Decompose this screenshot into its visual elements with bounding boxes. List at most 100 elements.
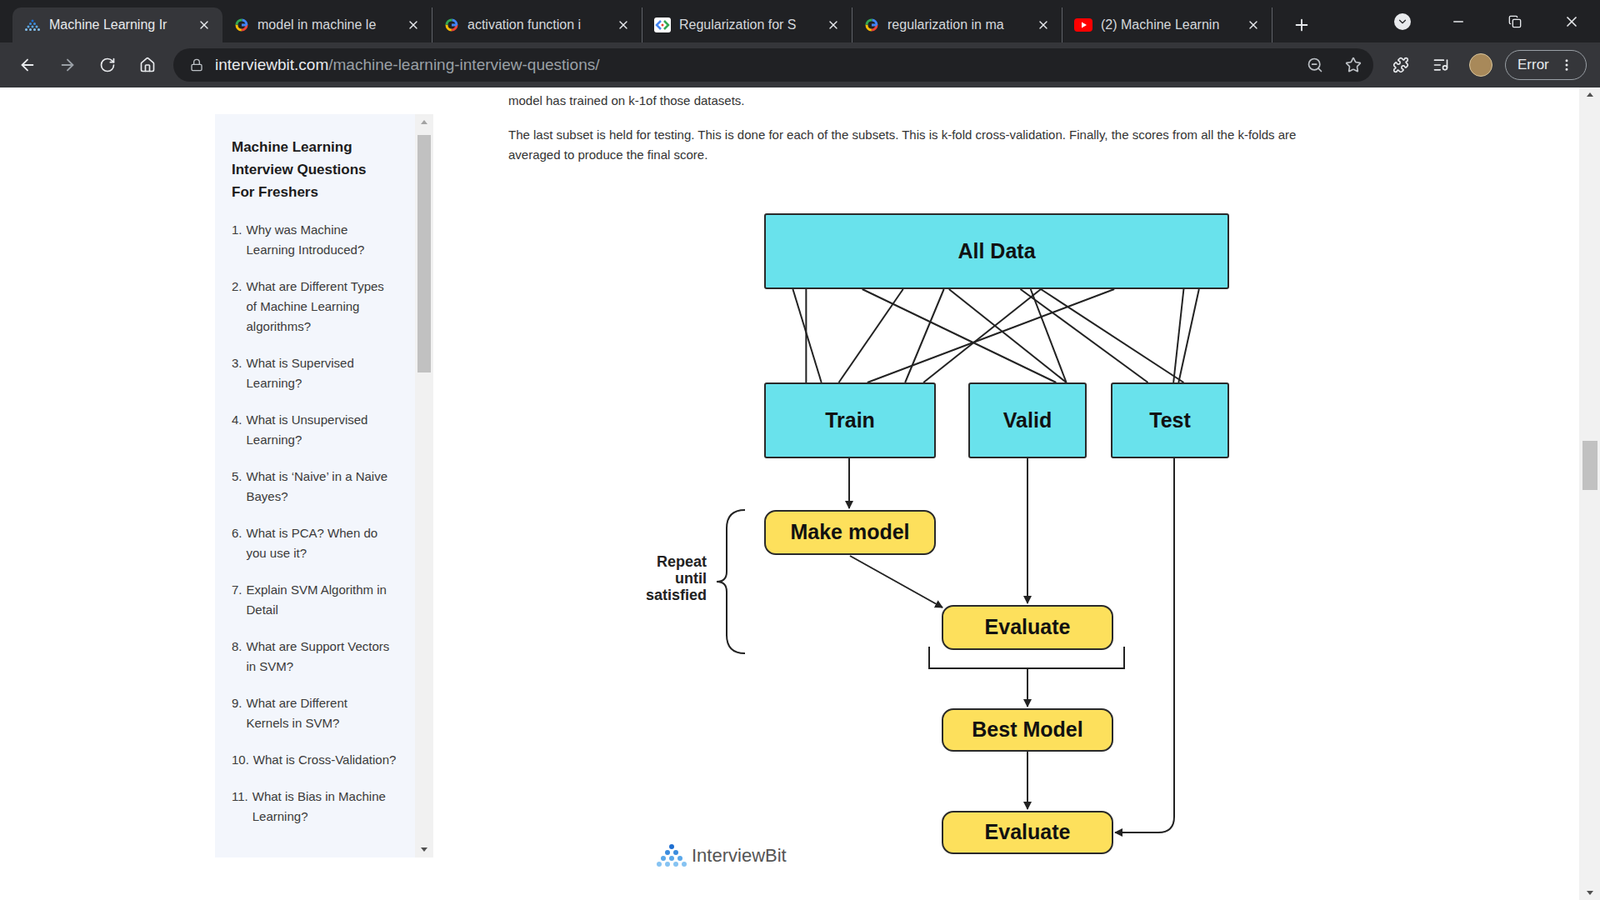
- avatar-icon: [1469, 53, 1493, 77]
- sidebar: Machine Learning Interview Questions For…: [215, 114, 434, 858]
- sidebar-item[interactable]: 3.What is Supervised Learning?: [231, 353, 409, 394]
- toolbar: interviewbit.com/machine-learning-interv…: [0, 42, 1600, 88]
- page-scroll-down-icon[interactable]: [1585, 885, 1595, 900]
- new-tab-button[interactable]: [1285, 7, 1319, 43]
- browser-tab[interactable]: (2) Machine Learnin: [1062, 7, 1273, 43]
- tab-favicon: [444, 17, 460, 33]
- home-button[interactable]: [130, 48, 165, 82]
- scroll-up-icon[interactable]: [420, 114, 429, 130]
- browser-tab[interactable]: Regularization for S: [642, 7, 853, 43]
- address-bar[interactable]: interviewbit.com/machine-learning-interv…: [173, 48, 1374, 82]
- profile-avatar[interactable]: [1464, 48, 1498, 82]
- tab-title: Machine Learning Ir: [49, 15, 190, 35]
- article: model has trained on k-1of those dataset…: [508, 87, 1359, 875]
- sidebar-item[interactable]: 10.What is Cross-Validation?: [231, 750, 409, 770]
- data-node: Test: [1110, 382, 1230, 459]
- restore-button[interactable]: [1486, 0, 1544, 43]
- browser-tab[interactable]: Machine Learning Ir: [12, 7, 223, 43]
- page-scrollbar[interactable]: [1579, 87, 1600, 900]
- reload-icon: [99, 56, 116, 74]
- interviewbit-icon: [24, 19, 41, 32]
- sidebar-scroll-thumb[interactable]: [417, 135, 431, 373]
- browser-tab[interactable]: model in machine le: [222, 7, 433, 43]
- profile-error-button[interactable]: Error: [1505, 50, 1587, 80]
- tab-favicon: [1074, 18, 1093, 32]
- process-node: Evaluate: [941, 810, 1114, 855]
- google-icon: [234, 17, 250, 33]
- media-control-icon: [1432, 56, 1450, 74]
- sidebar-item[interactable]: 7.Explain SVM Algorithm in Detail: [231, 580, 409, 620]
- puzzle-icon: [1392, 56, 1410, 74]
- tab-favicon: [864, 17, 880, 33]
- lock-icon: [190, 58, 204, 72]
- reload-button[interactable]: [90, 48, 125, 82]
- process-node: Best Model: [941, 708, 1114, 752]
- chevron-down-icon: [1396, 15, 1409, 28]
- youtube-icon: [1074, 18, 1093, 32]
- minimize-button[interactable]: [1430, 0, 1487, 43]
- tab-title: model in machine le: [257, 15, 399, 35]
- scroll-down-icon[interactable]: [420, 842, 429, 858]
- tab-favicon: [654, 17, 671, 33]
- interviewbit-logo-icon: [655, 843, 689, 869]
- google-icon: [864, 17, 880, 33]
- sidebar-item[interactable]: 11.What is Bias in Machine Learning?: [231, 786, 409, 827]
- interviewbit-logo: InterviewBit: [655, 841, 787, 870]
- close-tab-icon[interactable]: [616, 18, 630, 32]
- home-icon: [139, 56, 156, 74]
- google-icon: [444, 17, 460, 33]
- menu-dots-icon: [1559, 57, 1575, 73]
- media-button[interactable]: [1424, 48, 1458, 82]
- close-tab-icon[interactable]: [406, 18, 420, 32]
- data-node: Train: [764, 382, 936, 459]
- tab-favicon: [234, 17, 250, 33]
- forward-button[interactable]: [50, 48, 85, 82]
- url-text: interviewbit.com/machine-learning-interv…: [215, 53, 600, 78]
- page-content: Machine Learning Interview Questions For…: [0, 87, 1580, 900]
- sidebar-scrollbar[interactable]: [415, 114, 434, 858]
- tab-bar: Machine Learning Ir model in machine le ac…: [0, 0, 1600, 43]
- sidebar-item[interactable]: 8.What are Support Vectors in SVM?: [231, 636, 409, 677]
- close-icon: [1563, 13, 1580, 30]
- tab-favicon: [24, 19, 41, 32]
- close-button[interactable]: [1543, 0, 1600, 43]
- browser-tab[interactable]: regularization in ma: [852, 7, 1063, 43]
- sidebar-item[interactable]: 5.What is ‘Naive’ in a Naive Bayes?: [231, 466, 409, 507]
- tab-title: activation function i: [467, 15, 609, 35]
- close-tab-icon[interactable]: [1246, 18, 1260, 32]
- extensions-button[interactable]: [1384, 48, 1418, 82]
- tab-title: regularization in ma: [887, 15, 1029, 35]
- window-controls: [1375, 0, 1600, 43]
- restore-icon: [1508, 15, 1522, 29]
- sidebar-list: 1.Why was Machine Learning Introduced? 2.…: [231, 220, 409, 827]
- process-node: Make model: [764, 510, 936, 555]
- back-button[interactable]: [10, 48, 45, 82]
- cross-validation-diagram: All DataTrainValidTestMake modelEvaluate…: [508, 200, 1359, 875]
- page-area: Machine Learning Interview Questions For…: [0, 87, 1600, 900]
- tab-search-button[interactable]: [1375, 0, 1430, 43]
- article-text: model has trained on k-1of those dataset…: [508, 90, 1350, 111]
- browser-tab[interactable]: activation function i: [432, 7, 643, 43]
- sidebar-item[interactable]: 4.What is Unsupervised Learning?: [231, 410, 409, 450]
- developers-icon: [654, 17, 671, 33]
- data-node: Valid: [968, 382, 1087, 459]
- minimize-icon: [1450, 14, 1466, 30]
- close-tab-icon[interactable]: [1036, 18, 1050, 32]
- page-scroll-up-icon[interactable]: [1585, 87, 1595, 102]
- close-tab-icon[interactable]: [197, 18, 211, 32]
- sidebar-item[interactable]: 9.What are Different Kernels in SVM?: [231, 693, 409, 734]
- bookmark-star-icon[interactable]: [1345, 56, 1362, 74]
- sidebar-item[interactable]: 6.What is PCA? When do you use it?: [231, 523, 409, 564]
- zoom-icon[interactable]: [1306, 56, 1324, 74]
- forward-arrow-icon: [58, 55, 77, 75]
- page-scroll-thumb[interactable]: [1582, 440, 1598, 490]
- tab-title: Regularization for S: [679, 15, 819, 35]
- sidebar-item[interactable]: 2.What are Different Types of Machine Le…: [231, 276, 409, 337]
- sidebar-title: Machine Learning Interview Questions For…: [231, 135, 386, 204]
- close-tab-icon[interactable]: [826, 18, 840, 32]
- article-text: The last subset is held for testing. Thi…: [508, 125, 1350, 165]
- plus-icon: [1292, 15, 1311, 35]
- back-arrow-icon: [18, 55, 37, 75]
- sidebar-item[interactable]: 1.Why was Machine Learning Introduced?: [231, 220, 409, 260]
- tab-title: (2) Machine Learnin: [1100, 15, 1239, 35]
